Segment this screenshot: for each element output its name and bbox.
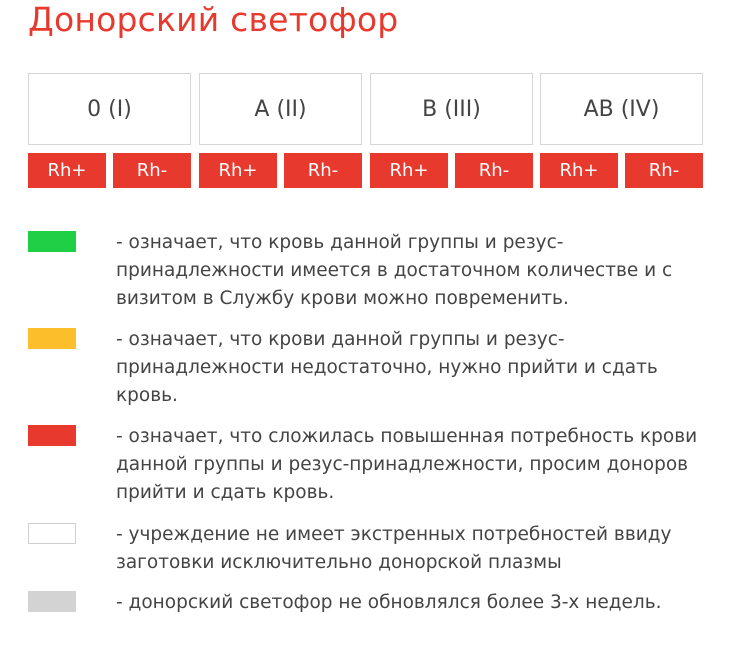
- color-swatch-gray: [28, 591, 76, 612]
- color-swatch-green: [28, 231, 76, 252]
- legend-text: - означает, что кровь данной группы и ре…: [116, 232, 673, 309]
- rh-minus-button[interactable]: Rh-: [113, 153, 191, 188]
- blood-group-label: 0 (I): [28, 73, 191, 145]
- rh-minus-button[interactable]: Rh-: [625, 153, 703, 188]
- rh-plus-button[interactable]: Rh+: [28, 153, 106, 188]
- legend-text: - означает, что крови данной группы и ре…: [116, 329, 658, 406]
- color-swatch-white: [28, 523, 76, 544]
- rh-plus-button[interactable]: Rh+: [370, 153, 448, 188]
- legend-text: - донорский светофор не обновлялся более…: [116, 592, 662, 613]
- blood-group-a: A (II) Rh+ Rh-: [199, 73, 362, 188]
- blood-group-b: B (III) Rh+ Rh-: [370, 73, 533, 188]
- rh-minus-button[interactable]: Rh-: [284, 153, 362, 188]
- rh-plus-button[interactable]: Rh+: [540, 153, 618, 188]
- legend-text: - означает, что сложилась повышенная пот…: [116, 426, 698, 503]
- blood-group-label: B (III): [370, 73, 533, 145]
- blood-group-label: A (II): [199, 73, 362, 145]
- color-swatch-yellow: [28, 328, 76, 349]
- blood-group-ab: AB (IV) Rh+ Rh-: [540, 73, 703, 188]
- legend-text: - учреждение не имеет экстренных потребн…: [116, 524, 672, 573]
- page-title: Донорский светофор: [28, 0, 399, 39]
- blood-group-label: AB (IV): [540, 73, 703, 145]
- rh-plus-button[interactable]: Rh+: [199, 153, 277, 188]
- color-swatch-red: [28, 425, 76, 446]
- blood-group-grid: 0 (I) Rh+ Rh- A (II) Rh+ Rh- B (III) Rh+…: [28, 73, 704, 189]
- rh-minus-button[interactable]: Rh-: [455, 153, 533, 188]
- blood-group-0: 0 (I) Rh+ Rh-: [28, 73, 191, 188]
